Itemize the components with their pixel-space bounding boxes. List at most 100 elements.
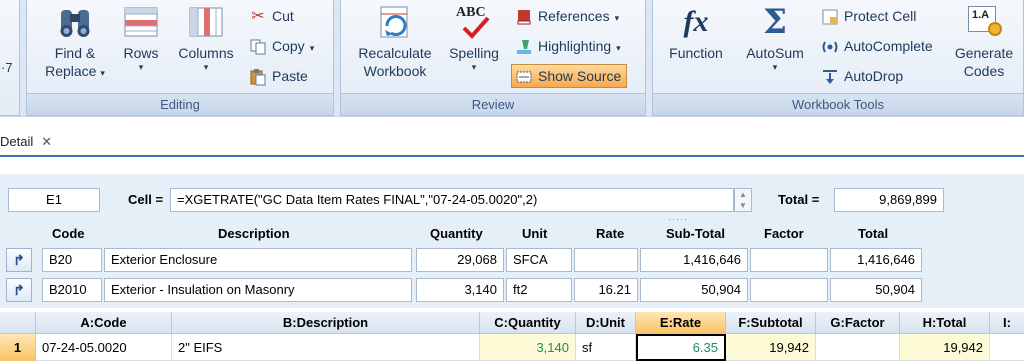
column-header-g[interactable]: G:Factor bbox=[816, 312, 900, 334]
cell-rate-selected[interactable]: 6.35 bbox=[636, 334, 726, 361]
navigate-arrow-icon[interactable]: ↱ bbox=[6, 278, 32, 302]
autosum-label: AutoSum bbox=[746, 45, 804, 61]
detail-quantity-field[interactable]: 29,068 bbox=[416, 248, 504, 272]
chevron-down-icon: ▾ bbox=[203, 62, 209, 72]
tab-underline bbox=[0, 155, 1024, 157]
protect-cell-icon bbox=[822, 9, 838, 25]
cell-code[interactable]: 07-24-05.0020 bbox=[36, 334, 172, 361]
find-replace-label-2-text: Replace bbox=[45, 63, 97, 79]
cell-unit[interactable]: sf bbox=[576, 334, 636, 361]
detail-quantity-field[interactable]: 3,140 bbox=[416, 278, 504, 302]
generate-codes-button[interactable]: 1.A Generate Codes bbox=[949, 4, 1019, 92]
find-replace-button[interactable]: Find & Replace ▾ bbox=[35, 4, 115, 92]
book-icon bbox=[517, 10, 531, 25]
recalculate-workbook-button[interactable]: Recalculate Workbook bbox=[347, 4, 443, 92]
row-header[interactable]: 1 bbox=[0, 334, 36, 361]
highlighting-button[interactable]: Highlighting ▾ bbox=[515, 34, 621, 58]
ribbon-group-review: Recalculate Workbook ABC Spelling ▾ Refe… bbox=[340, 0, 646, 116]
detail-description-field[interactable]: Exterior - Insulation on Masonry bbox=[104, 278, 412, 302]
generate-codes-label-1: Generate bbox=[954, 45, 1014, 61]
checkmark-icon bbox=[462, 16, 490, 39]
detail-unit-field[interactable]: ft2 bbox=[506, 278, 572, 302]
chevron-down-icon[interactable]: ▼ bbox=[735, 200, 751, 211]
function-button[interactable]: fx Function bbox=[661, 4, 731, 92]
column-header-h[interactable]: H:Total bbox=[900, 312, 990, 334]
autocomplete-label: AutoComplete bbox=[844, 38, 933, 54]
cell-subtotal[interactable]: 19,942 bbox=[726, 334, 816, 361]
group-label-editing: Editing bbox=[27, 93, 333, 115]
find-replace-label-2: Replace ▾ bbox=[35, 62, 115, 82]
paste-label: Paste bbox=[272, 68, 308, 84]
function-icon: fx bbox=[683, 5, 709, 38]
cell-factor[interactable] bbox=[816, 334, 900, 361]
detail-subtotal-field: 50,904 bbox=[640, 278, 748, 302]
document-tab-bar: Detail ✕ bbox=[0, 116, 1024, 174]
references-button[interactable]: References ▾ bbox=[515, 4, 619, 28]
protect-cell-button[interactable]: Protect Cell bbox=[821, 4, 916, 28]
gear-icon bbox=[988, 22, 1002, 36]
detail-unit-field[interactable]: SFCA bbox=[506, 248, 572, 272]
chevron-down-icon: ▾ bbox=[309, 43, 315, 53]
detail-factor-field[interactable] bbox=[750, 248, 828, 272]
column-header-c[interactable]: C:Quantity bbox=[480, 312, 576, 334]
group-label-workbook-tools: Workbook Tools bbox=[653, 93, 1023, 115]
cell-i[interactable] bbox=[990, 334, 1024, 361]
detail-header-total: Total bbox=[858, 226, 889, 241]
cut-button[interactable]: ✂ Cut bbox=[249, 4, 294, 28]
detail-rate-field[interactable]: 16.21 bbox=[574, 278, 638, 302]
grid-corner[interactable] bbox=[0, 312, 36, 334]
autocomplete-button[interactable]: AutoComplete bbox=[821, 34, 933, 58]
group-label-review: Review bbox=[341, 93, 645, 115]
function-label: Function bbox=[669, 45, 723, 61]
column-header-b[interactable]: B:Description bbox=[172, 312, 480, 334]
show-source-button[interactable]: Show Source bbox=[511, 64, 628, 88]
autodrop-icon bbox=[823, 70, 837, 85]
cell-description[interactable]: 2" EIFS bbox=[172, 334, 480, 361]
chevron-down-icon: ▾ bbox=[471, 62, 477, 72]
formula-scroll-spinner[interactable]: ▲ ▼ bbox=[734, 188, 752, 212]
detail-subtotal-field: 1,416,646 bbox=[640, 248, 748, 272]
tab-detail[interactable]: Detail ✕ bbox=[0, 129, 52, 155]
cell-reference-box[interactable]: E1 bbox=[8, 188, 100, 212]
detail-header-code: Code bbox=[52, 226, 85, 241]
detail-code-field[interactable]: B2010 bbox=[42, 278, 102, 302]
binoculars-icon bbox=[60, 10, 90, 37]
copy-button[interactable]: Copy ▾ bbox=[249, 34, 314, 58]
detail-header-rate: Rate bbox=[596, 226, 625, 241]
rows-button[interactable]: Rows ▾ bbox=[117, 4, 165, 92]
total-label: Total = bbox=[778, 192, 820, 207]
chevron-up-icon[interactable]: ▲ bbox=[735, 189, 751, 200]
chevron-down-icon: ▾ bbox=[614, 13, 620, 23]
formula-input[interactable]: =XGETRATE("GC Data Item Rates FINAL","07… bbox=[170, 188, 734, 212]
find-replace-label-1: Find & bbox=[54, 45, 96, 61]
detail-factor-field[interactable] bbox=[750, 278, 828, 302]
autocomplete-icon bbox=[822, 41, 838, 53]
autosum-button[interactable]: Σ AutoSum ▾ bbox=[739, 4, 811, 92]
detail-header-factor: Factor bbox=[764, 226, 804, 241]
detail-description-field[interactable]: Exterior Enclosure bbox=[104, 248, 412, 272]
column-header-a[interactable]: A:Code bbox=[36, 312, 172, 334]
column-header-d[interactable]: D:Unit bbox=[576, 312, 636, 334]
detail-header-unit: Unit bbox=[522, 226, 548, 241]
highlighting-label: Highlighting bbox=[538, 38, 612, 54]
detail-rate-field[interactable] bbox=[574, 248, 638, 272]
cell-quantity[interactable]: 3,140 bbox=[480, 334, 576, 361]
spelling-button[interactable]: ABC Spelling ▾ bbox=[445, 4, 503, 92]
columns-icon bbox=[189, 7, 223, 37]
close-icon[interactable]: ✕ bbox=[41, 134, 52, 149]
rows-icon bbox=[124, 7, 158, 37]
paste-button[interactable]: Paste bbox=[249, 64, 308, 88]
autodrop-button[interactable]: AutoDrop bbox=[821, 64, 903, 88]
show-source-icon bbox=[516, 71, 532, 83]
detail-code-field[interactable]: B20 bbox=[42, 248, 102, 272]
cell-total[interactable]: 19,942 bbox=[900, 334, 990, 361]
copy-label: Copy bbox=[272, 38, 305, 54]
show-source-label: Show Source bbox=[538, 68, 622, 84]
navigate-arrow-icon[interactable]: ↱ bbox=[6, 248, 32, 272]
generate-codes-icon: 1.A bbox=[964, 4, 1004, 40]
column-header-i[interactable]: I: bbox=[990, 312, 1024, 334]
column-header-f[interactable]: F:Subtotal bbox=[726, 312, 816, 334]
columns-button[interactable]: Columns ▾ bbox=[173, 4, 239, 92]
column-header-e[interactable]: E:Rate bbox=[636, 312, 726, 334]
cell-label: Cell = bbox=[128, 192, 164, 207]
